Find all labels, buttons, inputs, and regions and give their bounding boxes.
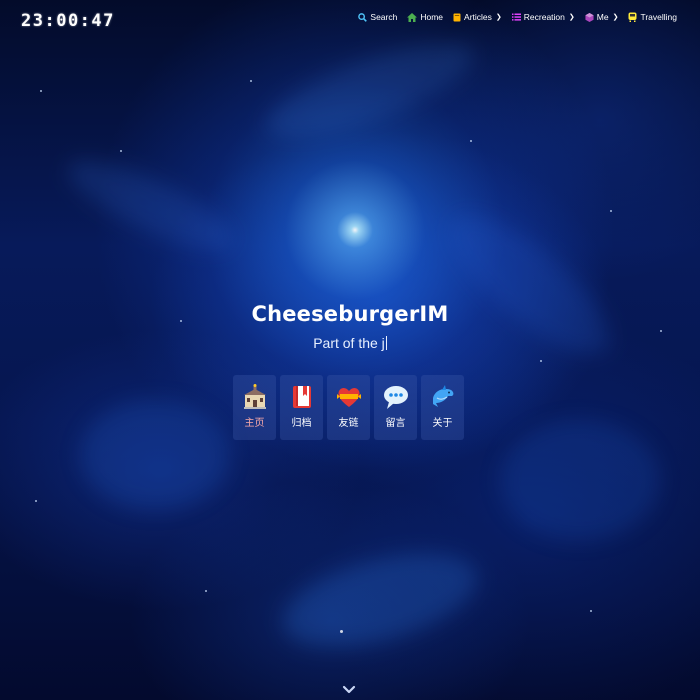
quick-link-friends[interactable]: 友链 (327, 375, 370, 440)
chevron-down-icon: ❯ (612, 14, 619, 21)
nav-travelling[interactable]: Travelling (628, 12, 677, 22)
star (35, 500, 37, 502)
dolphin-icon (430, 384, 456, 410)
star (590, 610, 592, 612)
bookmark-book-icon (289, 384, 315, 410)
star (250, 80, 252, 82)
quick-link-friends-label: 友链 (338, 418, 359, 429)
train-icon (628, 12, 637, 22)
site-title: CheeseburgerIM (251, 302, 449, 326)
subtitle-text: Part of the j (313, 335, 385, 351)
nav-home-label: Home (420, 12, 444, 22)
quick-link-archive[interactable]: 归档 (280, 375, 323, 440)
star (205, 590, 207, 592)
hero: CheeseburgerIM Part of the j (0, 302, 700, 351)
nav-search-label: Search (370, 12, 398, 22)
nebula-cloud (256, 24, 484, 156)
typing-cursor (385, 336, 387, 350)
quick-link-home-label: 主页 (244, 418, 265, 429)
nav-recreation-label: Recreation (523, 12, 565, 22)
speech-bubble-icon (383, 384, 409, 410)
book-icon (453, 13, 461, 21)
nav-recreation[interactable]: Recreation ❯ (511, 12, 575, 22)
clock: 23:00:47 (21, 11, 115, 31)
nebula-cloud (57, 144, 243, 266)
cube-icon (585, 12, 594, 22)
building-icon (242, 384, 268, 410)
star (40, 90, 42, 92)
star (610, 210, 612, 212)
nav-home[interactable]: Home (407, 12, 443, 22)
nebula-cloud (273, 535, 487, 665)
quick-link-about[interactable]: 关于 (421, 375, 464, 440)
chevron-down-icon: ❯ (495, 14, 502, 21)
star (120, 150, 122, 152)
subtitle-typing: Part of the j (0, 335, 700, 351)
chevron-down-icon: ❯ (568, 14, 575, 21)
nav-articles[interactable]: Articles ❯ (453, 12, 502, 22)
list-icon (511, 13, 521, 21)
top-nav: Search Home Articles ❯ Recreation ❯ Me ❯… (358, 12, 677, 22)
heart-ribbon-icon (336, 384, 362, 410)
quick-link-archive-label: 归档 (291, 418, 312, 429)
quick-link-about-label: 关于 (432, 418, 453, 429)
nav-search[interactable]: Search (358, 12, 397, 22)
quick-links: 主页 归档 友链 留言 关于 (233, 375, 464, 440)
star (540, 360, 542, 362)
quick-link-home[interactable]: 主页 (233, 375, 276, 440)
nebula-cloud (80, 400, 230, 510)
nebula-cloud (500, 420, 660, 540)
nav-travelling-label: Travelling (640, 12, 677, 22)
nav-me[interactable]: Me ❯ (585, 12, 619, 22)
search-icon (358, 12, 368, 22)
nav-articles-label: Articles (464, 12, 492, 22)
quick-link-guestbook[interactable]: 留言 (374, 375, 417, 440)
home-icon (407, 12, 418, 22)
scroll-down-icon[interactable] (341, 684, 357, 696)
star (340, 630, 343, 633)
quick-link-guestbook-label: 留言 (385, 418, 406, 429)
desktop-background: 23:00:47 Search Home Articles ❯ Recreati… (0, 0, 700, 700)
nav-me-label: Me (596, 12, 609, 22)
star (470, 140, 472, 142)
